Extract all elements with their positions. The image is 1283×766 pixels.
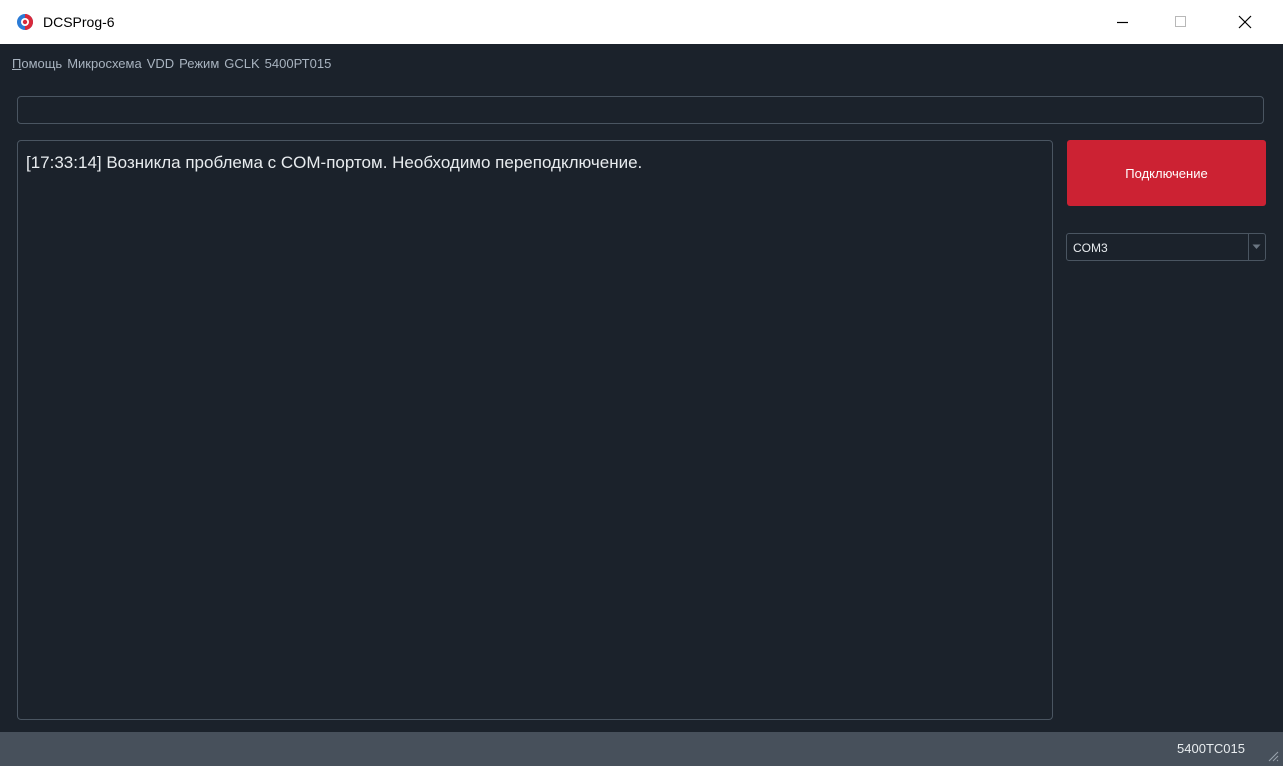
menu-mode[interactable]: Режим: [179, 55, 219, 73]
minimize-button[interactable]: [1099, 0, 1145, 44]
status-bar: 5400TC015: [0, 732, 1283, 766]
close-icon: [1238, 15, 1252, 29]
log-panel[interactable]: [17:33:14] Возникла проблема с COM-порто…: [17, 140, 1053, 720]
menu-help-mnemonic: П: [12, 56, 22, 71]
minimize-icon: [1117, 21, 1128, 24]
close-button[interactable]: [1222, 0, 1268, 44]
app-window: DCSProg-6 Помощь Микросхема VDD Режим GC…: [0, 0, 1283, 766]
menu-chip-label: Микросхема: [67, 56, 142, 71]
menu-help-label: омощь: [21, 56, 63, 71]
menu-gclk[interactable]: GCLK: [224, 55, 259, 73]
menu-chip[interactable]: Микросхема: [67, 55, 142, 73]
com-port-value: COM3: [1073, 241, 1108, 255]
dropdown-toggle[interactable]: [1248, 234, 1265, 260]
maximize-icon: [1175, 16, 1186, 27]
status-chip-label: 5400TC015: [1177, 741, 1245, 756]
maximize-button[interactable]: [1157, 0, 1203, 44]
menu-help[interactable]: Помощь: [12, 55, 62, 73]
dcsprog-logo-icon: [17, 14, 33, 30]
command-input[interactable]: [17, 96, 1264, 124]
connect-button[interactable]: Подключение: [1067, 140, 1266, 206]
menu-device-label: 5400РТ015: [264, 56, 332, 71]
log-line: [17:33:14] Возникла проблема с COM-порто…: [26, 153, 643, 172]
menu-gclk-label: GCLK: [224, 56, 260, 71]
com-port-select[interactable]: COM3: [1066, 233, 1266, 261]
menu-mode-label: Режим: [179, 56, 220, 71]
menu-device[interactable]: 5400РТ015: [265, 55, 332, 73]
menu-vdd[interactable]: VDD: [147, 55, 174, 73]
menu-bar: Помощь Микросхема VDD Режим GCLK 5400РТ0…: [12, 55, 331, 73]
window-title: DCSProg-6: [43, 14, 115, 30]
resize-grip-icon[interactable]: [1267, 750, 1279, 762]
title-bar[interactable]: DCSProg-6: [0, 0, 1283, 44]
menu-vdd-label: VDD: [146, 56, 175, 71]
chevron-down-icon: [1252, 244, 1261, 249]
